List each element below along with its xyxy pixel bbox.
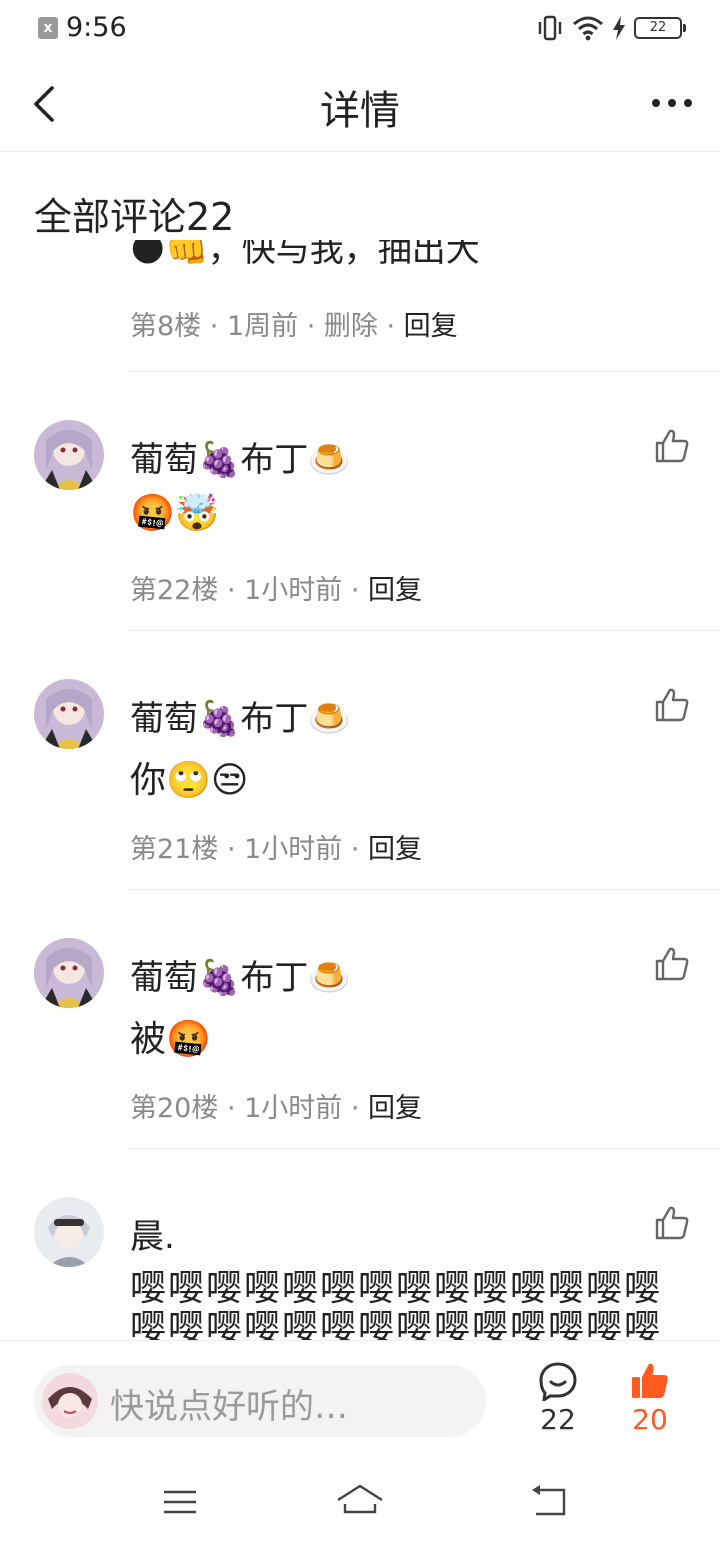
comment-username[interactable]: 葡萄🍇布丁🍮 xyxy=(130,691,351,740)
avatar[interactable] xyxy=(34,420,104,490)
avatar[interactable] xyxy=(34,679,104,749)
comment-count-button[interactable]: 22 xyxy=(528,1361,588,1436)
battery-icon: 22 xyxy=(634,17,686,39)
like-count: 20 xyxy=(632,1403,668,1436)
notification-x-icon: x xyxy=(38,17,58,39)
vibrate-icon xyxy=(538,15,562,41)
comment-bubble-icon xyxy=(539,1362,577,1401)
comment-input[interactable]: 快说点好听的… xyxy=(34,1365,486,1437)
thumbs-up-filled-icon xyxy=(632,1363,668,1398)
comment-body: 你🙄😒 xyxy=(130,760,249,801)
reply-button[interactable]: 回复 xyxy=(368,1093,422,1124)
comment-item: 葡萄🍇布丁🍮 🤬🤯 第22楼 · 1小时前 · 回复 xyxy=(0,372,720,631)
menu-icon[interactable] xyxy=(160,1482,200,1522)
input-placeholder: 快说点好听的… xyxy=(110,1387,348,1427)
comment-body: 嘤嘤嘤嘤嘤嘤嘤嘤嘤嘤嘤嘤嘤嘤嘤嘤嘤嘤嘤嘤嘤嘤嘤嘤嘤嘤嘤嘤 xyxy=(130,1268,663,1341)
comment-meta: 第21楼 · 1小时前 · 回复 xyxy=(130,834,423,865)
thumbs-up-icon[interactable] xyxy=(654,1205,690,1241)
comment-floor: 第8楼 xyxy=(130,311,202,342)
more-options-icon[interactable] xyxy=(650,88,694,118)
comment-item: 葡萄🍇布丁🍮 被🤬 第20楼 · 1小时前 · 回复 xyxy=(0,890,720,1149)
comment-username[interactable]: 葡萄🍇布丁🍮 xyxy=(130,950,351,999)
comment-floor: 第20楼 xyxy=(130,1093,219,1124)
comment-username[interactable]: 葡萄🍇布丁🍮 xyxy=(130,432,351,481)
comment-time: 1小时前 xyxy=(244,575,343,606)
comment-username[interactable]: 晨. xyxy=(130,1209,175,1258)
comment-count: 22 xyxy=(540,1403,576,1436)
reply-button[interactable]: 回复 xyxy=(368,834,422,865)
comment-meta: 第20楼 · 1小时前 · 回复 xyxy=(130,1093,423,1124)
comment-time: 1小时前 xyxy=(244,1093,343,1124)
thumbs-up-icon[interactable] xyxy=(654,428,690,464)
comment-floor: 第21楼 xyxy=(130,834,219,865)
thumbs-up-icon[interactable] xyxy=(654,687,690,723)
top-nav-header: 详情 xyxy=(0,58,720,152)
comment-body: 🤬🤯 xyxy=(130,493,220,534)
charging-icon xyxy=(613,16,625,40)
page-title: 详情 xyxy=(320,88,400,134)
back-nav-icon[interactable] xyxy=(530,1482,570,1522)
reply-button[interactable]: 回复 xyxy=(368,575,422,606)
comment-time: 1周前 xyxy=(226,311,299,342)
avatar[interactable] xyxy=(34,1197,104,1267)
like-count-button[interactable]: 20 xyxy=(620,1361,680,1436)
avatar[interactable] xyxy=(34,938,104,1008)
comment-body: 被🤬 xyxy=(130,1019,211,1060)
comment-input-bar: 快说点好听的… 22 20 xyxy=(0,1340,720,1460)
comment-item: 晨. 嘤嘤嘤嘤嘤嘤嘤嘤嘤嘤嘤嘤嘤嘤嘤嘤嘤嘤嘤嘤嘤嘤嘤嘤嘤嘤嘤嘤 xyxy=(0,1149,720,1340)
comment-floor: 第22楼 xyxy=(130,575,219,606)
comment-item: 葡萄🍇布丁🍮 你🙄😒 第21楼 · 1小时前 · 回复 xyxy=(0,631,720,890)
status-icons: 22 xyxy=(536,14,686,42)
status-bar: x 9:56 22 xyxy=(0,0,720,58)
home-icon[interactable] xyxy=(336,1482,384,1522)
comment-meta: 第8楼 · 1周前 · 删除 · 回复 xyxy=(130,311,458,342)
wifi-icon xyxy=(573,16,603,41)
comment-time: 1小时前 xyxy=(244,834,343,865)
comment-meta: 第22楼 · 1小时前 · 回复 xyxy=(130,575,423,606)
reply-button[interactable]: 回复 xyxy=(404,311,458,342)
comment-list[interactable]: 🌑👊，快与我，抽出大 第8楼 · 1周前 · 删除 · 回复 葡萄🍇布丁🍮 🤬🤯 xyxy=(0,240,720,1340)
all-comments-title: 全部评论22 xyxy=(34,195,235,239)
status-time: 9:56 xyxy=(66,12,127,43)
my-avatar xyxy=(42,1373,98,1429)
comment-body: 🌑👊，快与我，抽出大 xyxy=(130,240,480,270)
delete-button[interactable]: 删除 xyxy=(324,311,378,342)
thumbs-up-icon[interactable] xyxy=(654,946,690,982)
system-nav-bar xyxy=(0,1460,720,1544)
